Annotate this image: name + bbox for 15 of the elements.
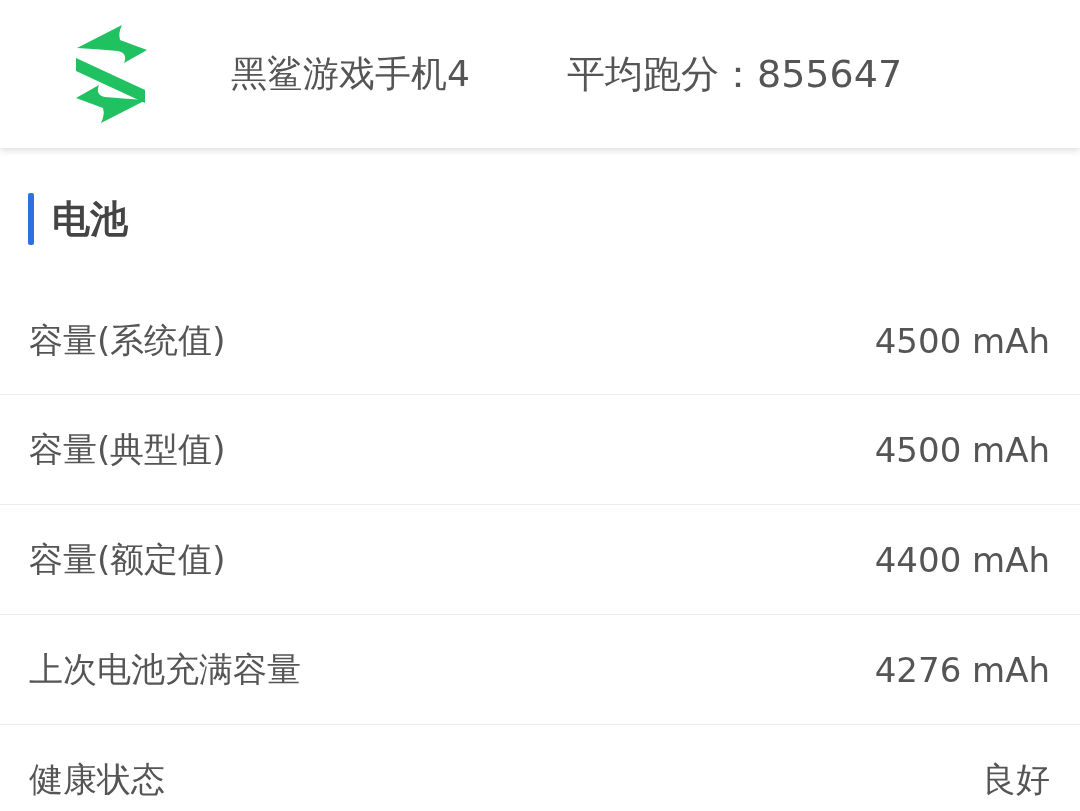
spec-value: 4500 mAh xyxy=(874,429,1050,470)
spec-label: 容量(典型值) xyxy=(29,427,226,471)
spec-label: 容量(系统值) xyxy=(29,319,226,362)
logo-icon xyxy=(76,25,147,123)
spec-value: 良好 xyxy=(982,757,1050,801)
spec-label: 容量(额定值) xyxy=(29,537,226,581)
section-accent-bar xyxy=(28,193,34,245)
spec-value: 4400 mAh xyxy=(874,539,1050,580)
device-name: 黑鲨游戏手机4 xyxy=(231,51,471,96)
section-title: 电池 xyxy=(52,195,128,243)
spec-value: 4276 mAh xyxy=(874,649,1050,690)
average-score: 平均跑分：855647 xyxy=(567,50,903,98)
spec-label: 上次电池充满容量 xyxy=(29,647,301,691)
spec-value: 4500 mAh xyxy=(874,321,1050,361)
spec-label: 健康状态 xyxy=(29,757,165,801)
